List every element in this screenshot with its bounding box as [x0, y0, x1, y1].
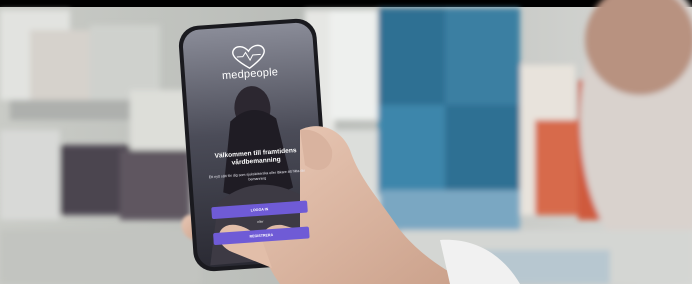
welcome-subtitle: Ett nytt sätt för dig som sjuksköterska … [208, 168, 306, 182]
pharmacy-background [0, 0, 692, 284]
top-black-bar [0, 0, 692, 7]
login-button[interactable]: LOGGA IN [211, 200, 308, 220]
register-button[interactable]: REGISTRERA [213, 226, 310, 246]
phone-screen: medpeople Välkommen till framtidens vård… [185, 26, 325, 264]
photo-scene: medpeople Välkommen till framtidens vård… [0, 0, 692, 284]
welcome-title: Välkommen till framtidens vårdbemanning [214, 147, 297, 167]
